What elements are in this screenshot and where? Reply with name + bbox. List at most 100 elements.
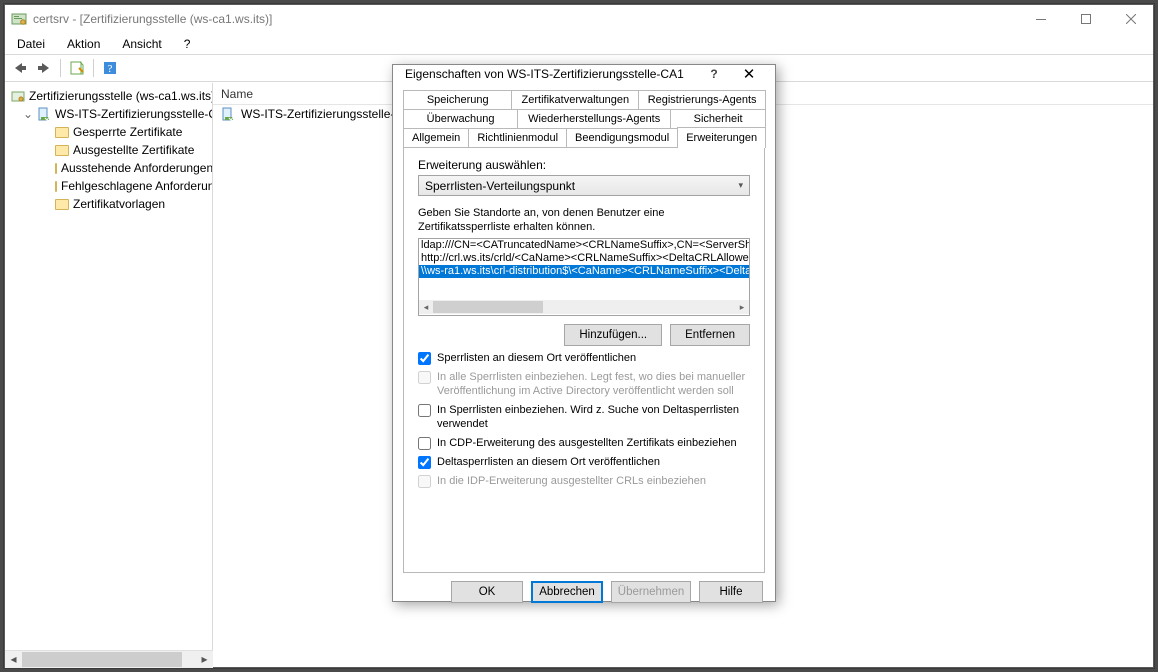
tab-panel-extensions: Erweiterung auswählen: Sperrlisten-Verte… (403, 147, 765, 573)
tree-folder[interactable]: Fehlgeschlagene Anforderungen (7, 177, 210, 195)
locations-listbox[interactable]: ldap:///CN=<CATruncatedName><CRLNameSuff… (418, 238, 750, 316)
location-item-selected[interactable]: \\ws-ra1.ws.its\crl-distribution$\<CaNam… (419, 265, 749, 278)
tree-folder[interactable]: Ausgestellte Zertifikate (7, 141, 210, 159)
tab-security[interactable]: Sicherheit (670, 109, 766, 128)
folder-icon (55, 127, 69, 138)
tree-root-label: Zertifizierungsstelle (ws-ca1.ws.its) (29, 89, 213, 103)
location-item[interactable]: http://crl.ws.its/crld/<CaName><CRLNameS… (419, 252, 749, 265)
remove-button[interactable]: Entfernen (670, 324, 750, 346)
cancel-button[interactable]: Abbrechen (531, 581, 603, 603)
ca-icon (221, 107, 235, 121)
scroll-left-icon[interactable]: ◂ (419, 301, 433, 314)
tree-ca-label: WS-ITS-Zertifizierungsstelle-CA1 (55, 107, 213, 121)
folder-icon (55, 145, 69, 156)
check-label: Deltasperrlisten an diesem Ort veröffent… (437, 455, 660, 469)
dialog-help-button[interactable]: ? (699, 67, 729, 81)
menu-action[interactable]: Aktion (61, 35, 106, 53)
tab-extensions[interactable]: Erweiterungen (677, 127, 766, 148)
maximize-button[interactable] (1063, 5, 1108, 34)
tab-enroll-agents[interactable]: Registrierungs-Agents (638, 90, 766, 109)
tree-folder[interactable]: Ausstehende Anforderungen (7, 159, 210, 177)
properties-dialog: Eigenschaften von WS-ITS-Zertifizierungs… (392, 64, 776, 602)
tree-folder-label: Ausstehende Anforderungen (61, 161, 213, 175)
window-title: certsrv - [Zertifizierungsstelle (ws-ca1… (33, 12, 1018, 26)
forward-button[interactable] (33, 57, 55, 79)
scroll-thumb[interactable] (22, 652, 182, 667)
menu-view[interactable]: Ansicht (116, 35, 167, 53)
extension-select-label: Erweiterung auswählen: (418, 158, 750, 172)
tree-folder-label: Gesperrte Zertifikate (73, 125, 182, 139)
checkbox[interactable] (418, 437, 431, 450)
tree-hscrollbar[interactable]: ◂ ▸ (5, 650, 213, 667)
scroll-right-icon[interactable]: ▸ (735, 301, 749, 314)
help-button[interactable]: ? (99, 57, 121, 79)
add-button[interactable]: Hinzufügen... (564, 324, 662, 346)
dialog-close-button[interactable]: ✕ (729, 65, 769, 83)
svg-text:?: ? (108, 63, 113, 75)
tree-folder-label: Ausgestellte Zertifikate (73, 143, 194, 157)
tab-general[interactable]: Allgemein (403, 128, 469, 147)
check-label: In die IDP-Erweiterung ausgestellter CRL… (437, 474, 706, 488)
properties-button[interactable] (66, 57, 88, 79)
extension-select-value: Sperrlisten-Verteilungspunkt (425, 179, 575, 193)
check-label: Sperrlisten an diesem Ort veröffentliche… (437, 351, 636, 365)
scroll-right-icon[interactable]: ▸ (196, 651, 213, 668)
tree-root[interactable]: Zertifizierungsstelle (ws-ca1.ws.its) (7, 87, 210, 105)
ca-icon (37, 107, 51, 121)
check-label: In Sperrlisten einbeziehen. Wird z. Such… (437, 403, 750, 431)
scroll-left-icon[interactable]: ◂ (5, 651, 22, 668)
check-include-in-crls[interactable]: In Sperrlisten einbeziehen. Wird z. Such… (418, 403, 750, 431)
check-include-in-idp: In die IDP-Erweiterung ausgestellter CRL… (418, 474, 750, 488)
menubar: Datei Aktion Ansicht ? (5, 34, 1153, 54)
checkbox (418, 475, 431, 488)
checkbox[interactable] (418, 456, 431, 469)
tabs-area: Speicherung Zertifikatverwaltungen Regis… (393, 83, 775, 573)
check-include-in-cdp[interactable]: In CDP-Erweiterung des ausgestellten Zer… (418, 436, 750, 450)
toolbar-separator (60, 59, 61, 77)
window-controls (1018, 5, 1153, 34)
scroll-track[interactable] (433, 300, 735, 314)
extension-select[interactable]: Sperrlisten-Verteilungspunkt ▾ (418, 175, 750, 196)
dialog-button-row: OK Abbrechen Übernehmen Hilfe (393, 573, 775, 611)
tree-folder[interactable]: Zertifikatvorlagen (7, 195, 210, 213)
tab-recovery-agents[interactable]: Wiederherstellungs-Agents (517, 109, 671, 128)
minimize-button[interactable] (1018, 5, 1063, 34)
tree-ca[interactable]: ⌄ WS-ITS-Zertifizierungsstelle-CA1 (7, 105, 210, 123)
dialog-title: Eigenschaften von WS-ITS-Zertifizierungs… (405, 67, 699, 81)
folder-icon (55, 163, 57, 174)
check-publish-delta[interactable]: Deltasperrlisten an diesem Ort veröffent… (418, 455, 750, 469)
tab-policy-module[interactable]: Richtlinienmodul (468, 128, 567, 147)
tree-folder[interactable]: Gesperrte Zertifikate (7, 123, 210, 141)
help-button[interactable]: Hilfe (699, 581, 763, 603)
app-icon (11, 11, 27, 27)
ok-button[interactable]: OK (451, 581, 523, 603)
apply-button[interactable]: Übernehmen (611, 581, 691, 603)
check-label: In CDP-Erweiterung des ausgestellten Zer… (437, 436, 737, 450)
check-publish-crls[interactable]: Sperrlisten an diesem Ort veröffentliche… (418, 351, 750, 365)
toolbar-separator (93, 59, 94, 77)
chevron-down-icon: ▾ (738, 180, 743, 191)
menu-file[interactable]: Datei (11, 35, 51, 53)
tab-storage[interactable]: Speicherung (403, 90, 512, 109)
menu-help[interactable]: ? (178, 35, 197, 53)
tree-expander-icon[interactable]: ⌄ (23, 107, 33, 121)
tab-exit-module[interactable]: Beendigungsmodul (566, 128, 678, 147)
scroll-thumb[interactable] (433, 301, 543, 313)
tree-folder-label: Zertifikatvorlagen (73, 197, 165, 211)
titlebar: certsrv - [Zertifizierungsstelle (ws-ca1… (5, 5, 1153, 34)
tab-cert-mgmt[interactable]: Zertifikatverwaltungen (511, 90, 639, 109)
folder-icon (55, 199, 69, 210)
tree-folder-label: Fehlgeschlagene Anforderungen (61, 179, 213, 193)
checkbox[interactable] (418, 404, 431, 417)
locations-hint: Geben Sie Standorte an, von denen Benutz… (418, 206, 750, 234)
checkbox (418, 371, 431, 384)
tab-auditing[interactable]: Überwachung (403, 109, 518, 128)
close-button[interactable] (1108, 5, 1153, 34)
listbox-hscrollbar[interactable]: ◂ ▸ (419, 300, 749, 314)
check-label: In alle Sperrlisten einbeziehen. Legt fe… (437, 370, 750, 398)
checkbox[interactable] (418, 352, 431, 365)
scroll-track[interactable] (22, 651, 196, 668)
ca-root-icon (11, 89, 25, 103)
location-item[interactable]: ldap:///CN=<CATruncatedName><CRLNameSuff… (419, 239, 749, 252)
back-button[interactable] (9, 57, 31, 79)
